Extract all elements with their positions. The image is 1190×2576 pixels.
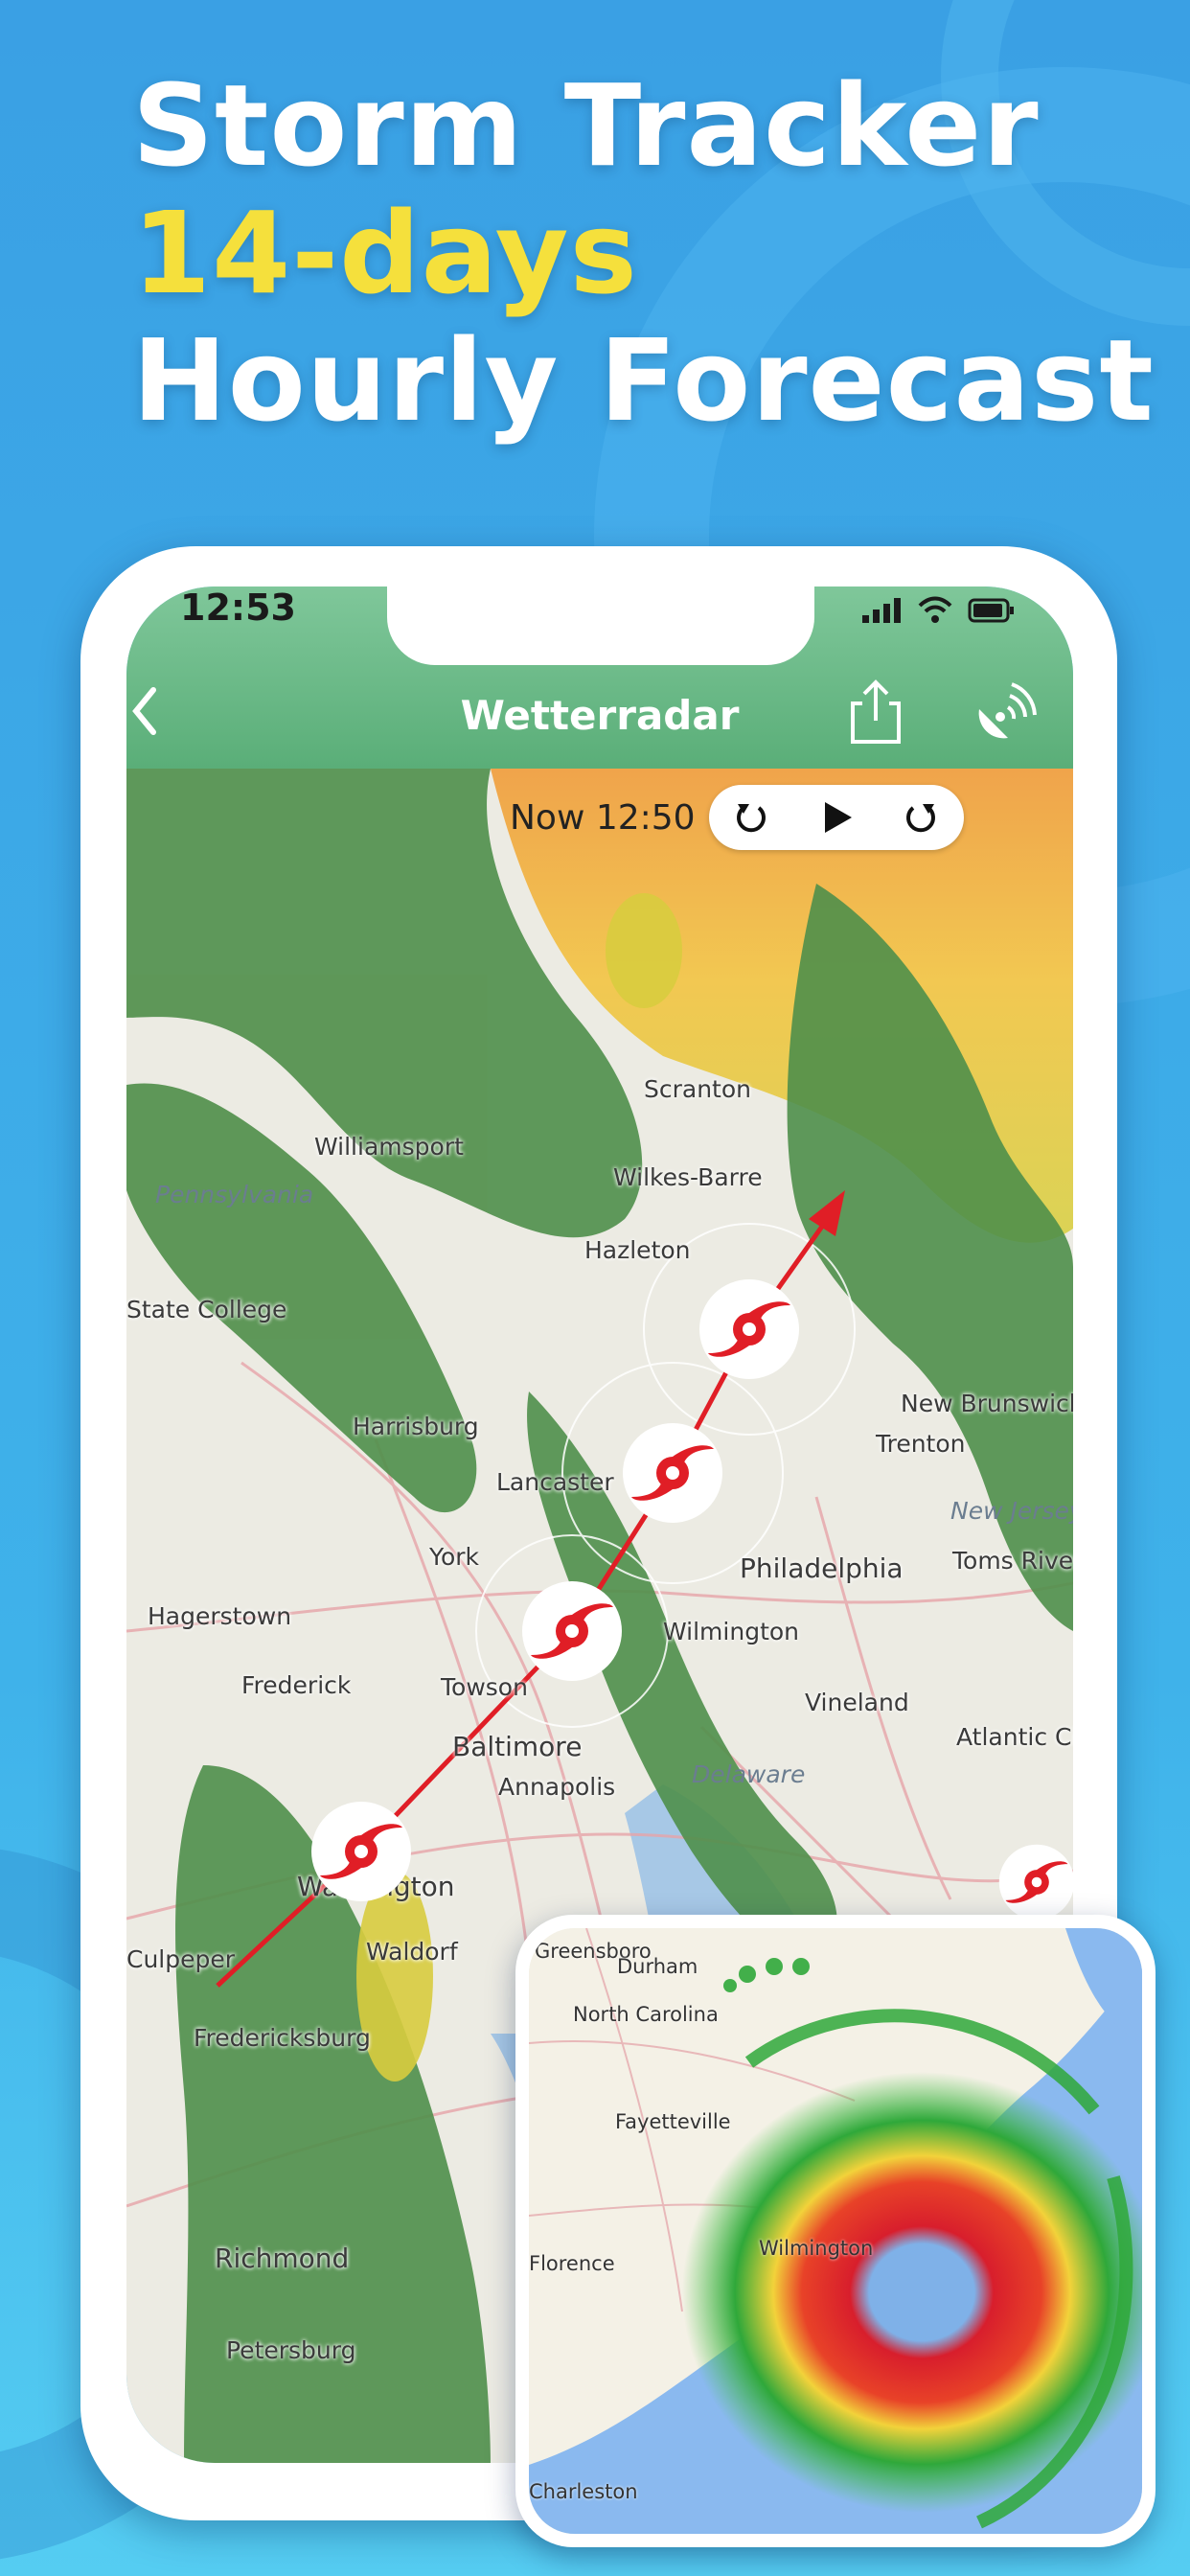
map-label-hagerstown: Hagerstown bbox=[148, 1602, 292, 1630]
map-label-atlantic-city: Atlantic City bbox=[956, 1723, 1073, 1751]
satellite-dish-icon[interactable] bbox=[970, 680, 1037, 748]
hurricane-marker-icon[interactable] bbox=[998, 1844, 1073, 1920]
map-label-pennsylvania: Pennsylvania bbox=[155, 1181, 314, 1208]
signal-icon bbox=[862, 598, 901, 623]
map-label-wilkes-barre: Wilkes-Barre bbox=[613, 1163, 763, 1191]
map-label-williamsport: Williamsport bbox=[314, 1133, 464, 1161]
hurricane-marker-icon[interactable] bbox=[622, 1422, 723, 1524]
map-label-wilmington: Wilmington bbox=[663, 1618, 800, 1645]
map-label-baltimore: Baltimore bbox=[452, 1731, 583, 1762]
map-label-towson: Towson bbox=[441, 1673, 528, 1701]
map-label-vineland: Vineland bbox=[805, 1689, 909, 1716]
map-label-philadelphia: Philadelphia bbox=[740, 1552, 904, 1584]
hurricane-marker-icon[interactable] bbox=[698, 1278, 800, 1380]
headline-storm-tracker: Storm Tracker bbox=[132, 59, 1040, 192]
play-icon bbox=[824, 802, 852, 833]
map-label-new-jersey: New Jersey bbox=[950, 1497, 1073, 1525]
map-label-trenton: Trenton bbox=[876, 1430, 966, 1458]
page-title: Wetterradar bbox=[460, 692, 740, 739]
map-label-toms-river: Toms River bbox=[952, 1547, 1073, 1575]
rewind-icon bbox=[736, 804, 766, 833]
phone-notch bbox=[387, 586, 814, 665]
share-icon[interactable] bbox=[847, 678, 904, 746]
headline-14-days: 14-days bbox=[132, 187, 638, 319]
hurricane-inset-map: Greensboro Durham North Carolina Fayette… bbox=[529, 1928, 1142, 2534]
forward-icon bbox=[906, 804, 936, 833]
time-label: Now 12:50 bbox=[510, 797, 696, 838]
inset-label-wilmington: Wilmington bbox=[759, 2237, 874, 2260]
status-time: 12:53 bbox=[180, 586, 296, 629]
map-label-york: York bbox=[429, 1543, 480, 1571]
map-label-state-college: State College bbox=[126, 1296, 287, 1323]
map-label-petersburg: Petersburg bbox=[226, 2336, 356, 2364]
headline-hourly-forecast: Hourly Forecast bbox=[132, 314, 1155, 447]
inset-label-north-carolina: North Carolina bbox=[573, 2003, 719, 2026]
inset-label-florence: Florence bbox=[529, 2252, 615, 2275]
inset-label-durham: Durham bbox=[617, 1955, 698, 1978]
map-label-scranton: Scranton bbox=[644, 1075, 751, 1103]
map-label-harrisburg: Harrisburg bbox=[353, 1413, 479, 1440]
status-icons bbox=[860, 596, 1016, 625]
map-label-richmond: Richmond bbox=[215, 2242, 350, 2274]
wifi-icon bbox=[918, 596, 952, 623]
play-button[interactable] bbox=[810, 791, 863, 844]
map-label-lancaster: Lancaster bbox=[496, 1468, 614, 1496]
playback-bar: Now 12:50 bbox=[510, 784, 1081, 851]
map-label-fredericksburg: Fredericksburg bbox=[194, 2024, 371, 2052]
hurricane-marker-icon[interactable] bbox=[521, 1580, 623, 1682]
map-label-delaware: Delaware bbox=[692, 1760, 806, 1788]
map-label-new-brunswick: New Brunswick bbox=[901, 1390, 1073, 1417]
forward-button[interactable] bbox=[894, 791, 948, 844]
hurricane-marker-icon[interactable] bbox=[310, 1801, 412, 1902]
map-label-annapolis: Annapolis bbox=[498, 1773, 616, 1801]
map-label-waldorf: Waldorf bbox=[366, 1938, 458, 1966]
map-label-frederick: Frederick bbox=[241, 1671, 352, 1699]
inset-label-charleston: Charleston bbox=[529, 2480, 638, 2503]
map-label-hazleton: Hazleton bbox=[584, 1236, 691, 1264]
playback-controls bbox=[708, 785, 964, 850]
inset-label-fayetteville: Fayetteville bbox=[615, 2110, 731, 2133]
battery-icon bbox=[968, 598, 1014, 623]
rewind-button[interactable] bbox=[724, 791, 778, 844]
map-label-culpeper: Culpeper bbox=[126, 1945, 236, 1973]
